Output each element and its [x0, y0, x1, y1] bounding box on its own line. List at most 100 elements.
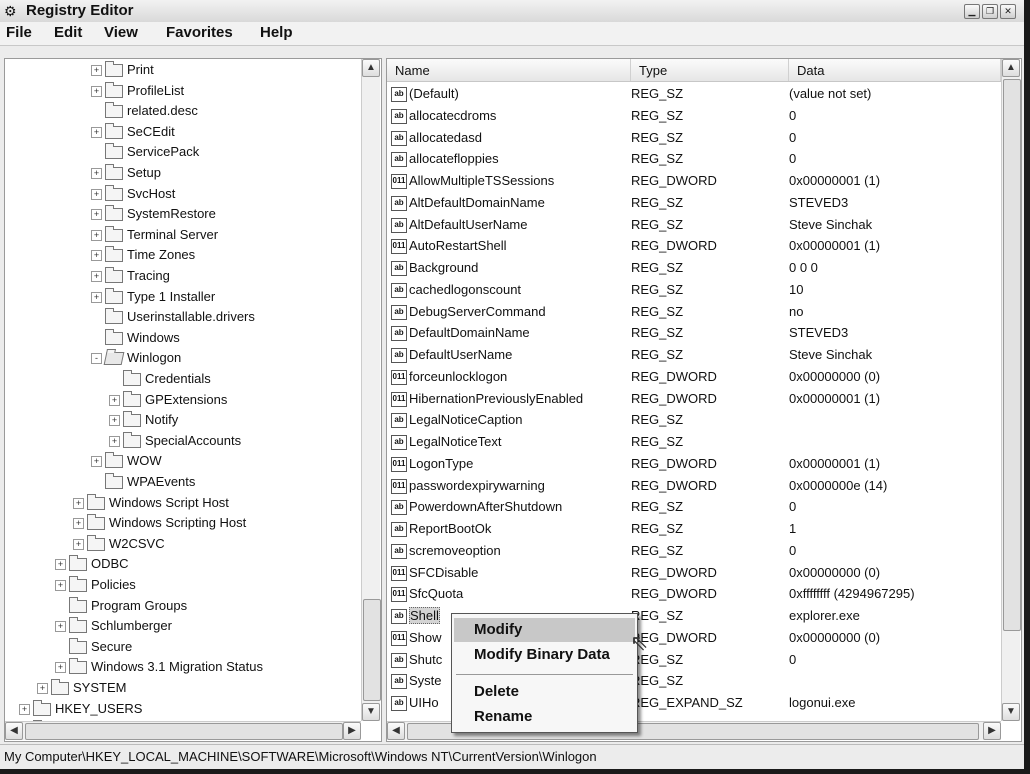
- value-row[interactable]: ab scremoveoption REG_SZ 0: [387, 540, 1001, 562]
- value-row[interactable]: ab cachedlogonscount REG_SZ 10: [387, 279, 1001, 301]
- expand-icon[interactable]: +: [109, 435, 120, 447]
- tree-node[interactable]: Windows: [91, 328, 180, 348]
- tree-hscroll-thumb[interactable]: [25, 723, 343, 740]
- expand-icon[interactable]: +: [19, 703, 30, 715]
- value-row[interactable]: ab DebugServerCommand REG_SZ no: [387, 301, 1001, 323]
- close-button[interactable]: ✕: [1000, 4, 1016, 19]
- tree-node[interactable]: + Tracing: [91, 266, 170, 286]
- value-row[interactable]: 011 SFCDisable REG_DWORD 0x00000000 (0): [387, 562, 1001, 584]
- tree-node[interactable]: Program Groups: [55, 596, 187, 616]
- scroll-down-icon[interactable]: ▼: [1002, 703, 1020, 721]
- scroll-up-icon[interactable]: ▲: [1002, 59, 1020, 77]
- tree-node[interactable]: + Setup: [91, 163, 161, 183]
- expand-icon[interactable]: +: [91, 209, 102, 221]
- column-data[interactable]: Data: [789, 59, 1001, 81]
- tree-node[interactable]: + GPExtensions: [109, 390, 227, 410]
- menu-help[interactable]: Help: [260, 24, 293, 42]
- minimize-button[interactable]: ▁: [964, 4, 980, 19]
- expand-icon[interactable]: +: [91, 126, 102, 138]
- expand-icon[interactable]: +: [91, 85, 102, 97]
- value-row[interactable]: ab allocatefloppies REG_SZ 0: [387, 148, 1001, 170]
- value-row[interactable]: 011 forceunlocklogon REG_DWORD 0x00000000 (…: [387, 366, 1001, 388]
- expand-icon[interactable]: +: [109, 394, 120, 406]
- value-row[interactable]: ab DefaultUserName REG_SZ Steve Sinchak: [387, 344, 1001, 366]
- expand-icon[interactable]: +: [91, 229, 102, 241]
- tree-node[interactable]: Userinstallable.drivers: [91, 307, 255, 327]
- context-modify[interactable]: Modify: [454, 618, 635, 642]
- expand-icon[interactable]: +: [73, 538, 84, 550]
- expand-icon[interactable]: +: [55, 621, 66, 633]
- value-row[interactable]: 011 SfcQuota REG_DWORD 0xffffffff (42949672…: [387, 583, 1001, 605]
- tree-node[interactable]: + SystemRestore: [91, 204, 216, 224]
- value-row[interactable]: ab PowerdownAfterShutdown REG_SZ 0: [387, 496, 1001, 518]
- value-row[interactable]: ab LegalNoticeCaption REG_SZ: [387, 409, 1001, 431]
- expand-icon[interactable]: +: [91, 291, 102, 303]
- tree-node[interactable]: + Windows Scripting Host: [73, 513, 246, 533]
- value-row[interactable]: ab Background REG_SZ 0 0 0: [387, 257, 1001, 279]
- scroll-left-icon[interactable]: ◀: [387, 722, 405, 740]
- expand-icon[interactable]: +: [91, 456, 102, 468]
- tree-scroll-thumb[interactable]: [363, 599, 381, 701]
- value-row[interactable]: ab LegalNoticeText REG_SZ: [387, 431, 1001, 453]
- tree-node[interactable]: + Policies: [55, 575, 136, 595]
- tree-node[interactable]: + W2CSVC: [73, 534, 165, 554]
- value-row[interactable]: ab (Default) REG_SZ (value not set): [387, 83, 1001, 105]
- column-name[interactable]: Name: [387, 59, 631, 81]
- tree-node[interactable]: + ODBC: [55, 554, 129, 574]
- expand-icon[interactable]: +: [91, 65, 102, 77]
- value-row[interactable]: 011 AutoRestartShell REG_DWORD 0x00000001 (…: [387, 235, 1001, 257]
- menu-file[interactable]: File: [6, 24, 32, 42]
- tree-node[interactable]: WPAEvents: [91, 472, 195, 492]
- tree-node[interactable]: + ProfileList: [91, 81, 184, 101]
- tree-node[interactable]: + Windows Script Host: [73, 493, 229, 513]
- expand-icon[interactable]: +: [55, 662, 66, 674]
- expand-icon[interactable]: +: [55, 580, 66, 592]
- context-rename[interactable]: Rename: [454, 705, 635, 729]
- tree-node[interactable]: + SYSTEM: [37, 678, 126, 698]
- value-row[interactable]: 011 HibernationPreviouslyEnabled REG_DWORD…: [387, 388, 1001, 410]
- expand-icon[interactable]: +: [91, 250, 102, 262]
- expand-icon[interactable]: +: [55, 559, 66, 571]
- expand-icon[interactable]: +: [91, 188, 102, 200]
- value-row[interactable]: ab ReportBootOk REG_SZ 1: [387, 518, 1001, 540]
- tree-node[interactable]: related.desc: [91, 101, 198, 121]
- tree-node[interactable]: Secure: [55, 637, 132, 657]
- column-type[interactable]: Type: [631, 59, 789, 81]
- scroll-down-icon[interactable]: ▼: [362, 703, 380, 721]
- value-row[interactable]: 011 AllowMultipleTSSessions REG_DWORD 0x000…: [387, 170, 1001, 192]
- context-modify-binary-data[interactable]: Modify Binary Data: [454, 643, 635, 667]
- expand-icon[interactable]: +: [91, 168, 102, 180]
- tree-node[interactable]: + Time Zones: [91, 245, 195, 265]
- tree-node[interactable]: + WOW: [91, 451, 162, 471]
- tree-node[interactable]: + HKEY_USERS: [19, 699, 142, 719]
- menu-view[interactable]: View: [104, 24, 138, 42]
- value-row[interactable]: 011 LogonType REG_DWORD 0x00000001 (1): [387, 453, 1001, 475]
- scroll-up-icon[interactable]: ▲: [362, 59, 380, 77]
- value-row[interactable]: ab DefaultDomainName REG_SZ STEVED3: [387, 322, 1001, 344]
- expand-icon[interactable]: +: [37, 683, 48, 695]
- expand-icon[interactable]: +: [73, 497, 84, 509]
- tree-node[interactable]: + Terminal Server: [91, 225, 218, 245]
- tree-node[interactable]: + Windows 3.1 Migration Status: [55, 657, 263, 677]
- tree-horizontal-scrollbar[interactable]: ◀ ▶: [5, 721, 361, 740]
- tree-node[interactable]: + Notify: [109, 410, 178, 430]
- value-row[interactable]: ab allocatedasd REG_SZ 0: [387, 127, 1001, 149]
- tree-node[interactable]: + SeCEdit: [91, 122, 175, 142]
- tree-vertical-scrollbar[interactable]: ▲ ▼: [361, 59, 381, 721]
- scroll-left-icon[interactable]: ◀: [5, 722, 23, 740]
- maximize-button[interactable]: ❐: [982, 4, 998, 19]
- value-row[interactable]: ab AltDefaultUserName REG_SZ Steve Sinchak: [387, 214, 1001, 236]
- scroll-right-icon[interactable]: ▶: [343, 722, 361, 740]
- value-row[interactable]: 011 passwordexpirywarning REG_DWORD 0x00000…: [387, 475, 1001, 497]
- tree-node[interactable]: ServicePack: [91, 142, 199, 162]
- tree-node[interactable]: - Winlogon: [91, 348, 181, 368]
- tree-node[interactable]: + SpecialAccounts: [109, 431, 241, 451]
- value-row[interactable]: ab allocatecdroms REG_SZ 0: [387, 105, 1001, 127]
- expand-icon[interactable]: +: [73, 518, 84, 530]
- scroll-right-icon[interactable]: ▶: [983, 722, 1001, 740]
- menu-favorites[interactable]: Favorites: [166, 24, 233, 42]
- expand-icon[interactable]: +: [91, 271, 102, 283]
- expand-icon[interactable]: +: [109, 415, 120, 427]
- value-row[interactable]: ab AltDefaultDomainName REG_SZ STEVED3: [387, 192, 1001, 214]
- tree-node[interactable]: + Type 1 Installer: [91, 287, 215, 307]
